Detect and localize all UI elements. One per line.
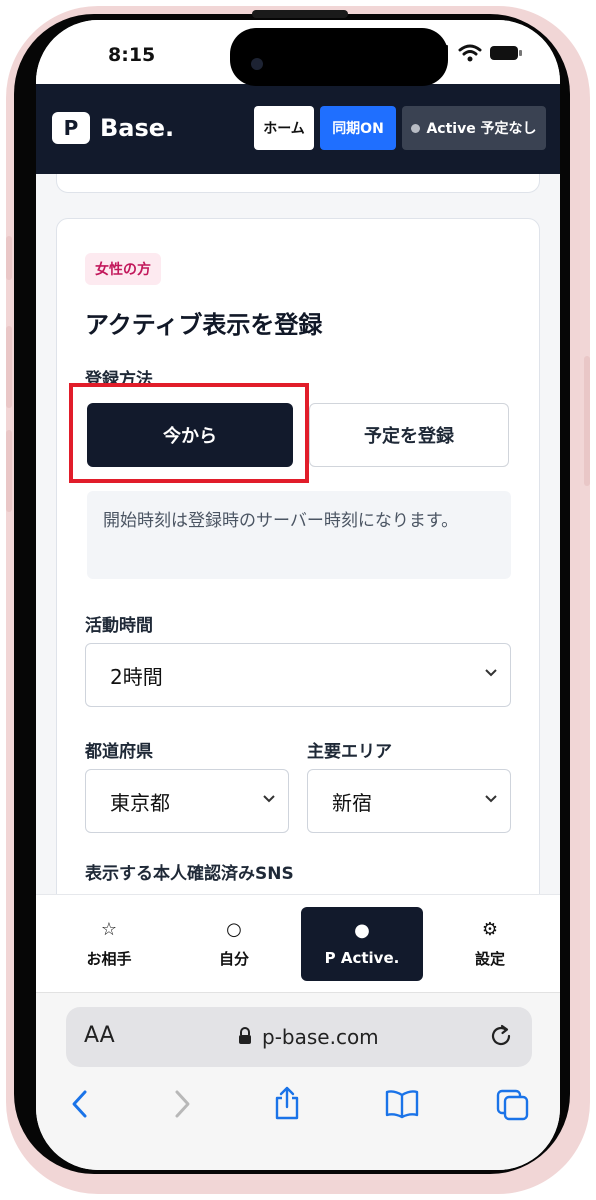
previous-card: [56, 174, 540, 193]
sns-label: 表示する本人確認済みSNS: [85, 864, 294, 884]
url-text[interactable]: p-base.com: [262, 1025, 379, 1049]
power-button: [584, 356, 590, 486]
mute-switch: [6, 236, 12, 280]
back-arrow-icon[interactable]: [70, 1089, 90, 1119]
duration-label: 活動時間: [85, 616, 153, 636]
tab-self[interactable]: ○ 自分: [173, 907, 295, 981]
tab-p-active[interactable]: ● P Active.: [301, 907, 423, 981]
chevron-down-icon: [263, 795, 275, 803]
active-status-button[interactable]: Active 予定なし: [402, 106, 546, 150]
lock-icon: [239, 1027, 251, 1044]
tab-settings-label: 設定: [474, 949, 505, 968]
chevron-down-icon: [485, 795, 497, 803]
tab-partner-label: お相手: [86, 949, 132, 968]
area-select[interactable]: 新宿: [307, 769, 511, 833]
volume-up-button: [6, 326, 12, 408]
duration-value: 2時間: [110, 664, 163, 689]
wifi-icon: [458, 44, 482, 62]
share-icon[interactable]: [272, 1085, 302, 1121]
prefecture-label: 都道府県: [85, 742, 153, 762]
chevron-down-icon: [485, 669, 497, 677]
tab-partner[interactable]: ☆ お相手: [48, 907, 170, 981]
prefecture-value: 東京都: [110, 790, 170, 815]
earpiece-speaker: [252, 10, 348, 18]
app-header: P Base. ホーム 同期ON Active 予定なし: [36, 84, 560, 174]
logo-mark[interactable]: P: [52, 112, 90, 144]
home-button[interactable]: ホーム: [254, 106, 314, 150]
active-register-card: 女性の方 アクティブ表示を登録 登録方法 今から 予定を登録 開始時刻は登録時の…: [56, 218, 540, 894]
area-label: 主要エリア: [307, 742, 392, 762]
front-camera: [251, 58, 263, 70]
browser-chrome: AA p-base.com: [36, 992, 560, 1170]
bookmarks-icon[interactable]: [384, 1089, 420, 1119]
status-dot-icon: [411, 123, 421, 133]
reader-text-size-button[interactable]: AA: [84, 1023, 115, 1048]
card-title: アクティブ表示を登録: [85, 311, 323, 339]
main-content[interactable]: 女性の方 アクティブ表示を登録 登録方法 今から 予定を登録 開始時刻は登録時の…: [36, 174, 560, 894]
highlight-box: [69, 383, 309, 483]
reload-icon[interactable]: [488, 1023, 514, 1049]
forward-arrow-icon[interactable]: [172, 1089, 192, 1119]
bottom-tab-bar: ☆ お相手 ○ 自分 ● P Active. ⚙ 設定: [36, 894, 560, 993]
dynamic-island: [230, 28, 448, 86]
logo-text[interactable]: Base.: [100, 112, 174, 144]
duration-select[interactable]: 2時間: [85, 643, 511, 707]
area-value: 新宿: [332, 790, 372, 815]
phone-screen: 8:15 P Base. ホーム 同期ON Active 予定なし 女性の方 ア…: [36, 20, 560, 1170]
status-time: 8:15: [108, 44, 156, 66]
circle-outline-icon: ○: [226, 918, 242, 940]
active-status-label: Active 予定なし: [426, 121, 537, 137]
tab-settings[interactable]: ⚙ 設定: [429, 907, 551, 981]
schedule-button[interactable]: 予定を登録: [309, 403, 509, 467]
star-icon: ☆: [100, 918, 118, 940]
tabs-icon[interactable]: [496, 1089, 530, 1121]
volume-down-button: [6, 430, 12, 512]
start-time-info: 開始時刻は登録時のサーバー時刻になります。: [87, 491, 511, 579]
prefecture-select[interactable]: 東京都: [85, 769, 289, 833]
gear-icon: ⚙: [481, 918, 499, 940]
battery-icon: [490, 46, 522, 60]
tab-self-label: 自分: [218, 949, 249, 968]
tab-p-active-label: P Active.: [324, 949, 400, 967]
address-bar[interactable]: AA p-base.com: [66, 1007, 532, 1067]
circle-filled-icon: ●: [354, 920, 370, 941]
female-badge: 女性の方: [85, 253, 161, 285]
sync-button[interactable]: 同期ON: [320, 106, 396, 150]
